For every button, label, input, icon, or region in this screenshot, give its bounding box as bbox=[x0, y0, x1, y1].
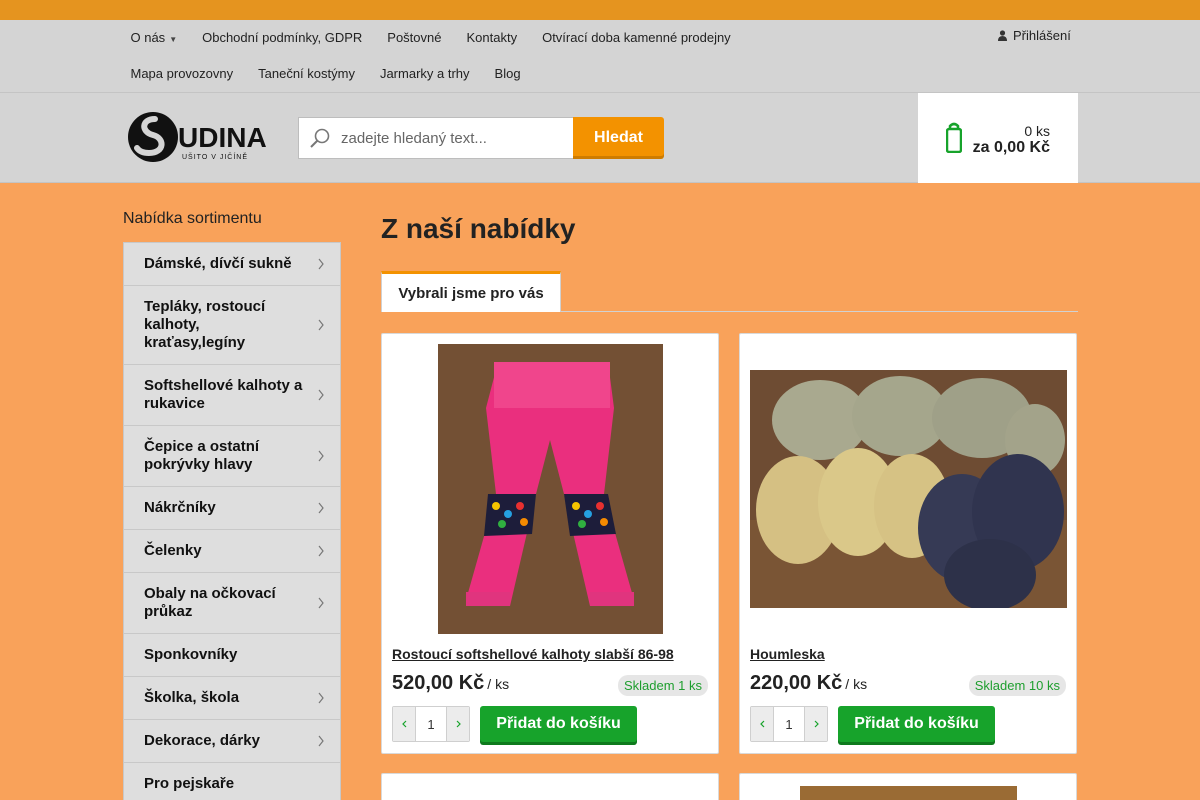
price-value: 520,00 Kč bbox=[392, 672, 485, 694]
stock-badge: Skladem 1 ks bbox=[617, 675, 708, 696]
chevron-right-icon bbox=[318, 597, 324, 609]
stock-badge: Skladem 10 ks bbox=[968, 675, 1066, 696]
add-to-cart-button[interactable]: Přidat do košíku bbox=[480, 706, 637, 742]
nav-row-2: Mapa provozovny Taneční kostýmy Jarmarky… bbox=[118, 65, 533, 83]
nav-item-oteviraci-doba[interactable]: Otvírací doba kamenné prodejny bbox=[530, 29, 744, 47]
decrease-quantity-button[interactable] bbox=[393, 707, 415, 741]
search-input[interactable] bbox=[341, 129, 561, 147]
cart-icon bbox=[946, 122, 962, 153]
increase-quantity-button[interactable] bbox=[805, 707, 827, 741]
category-label: Čelenky bbox=[144, 542, 202, 559]
caret-down-icon: ▼ bbox=[169, 35, 178, 44]
category-item[interactable]: Čelenky bbox=[124, 530, 340, 573]
category-label: Softshellové kalhoty a rukavice bbox=[144, 377, 303, 412]
category-item[interactable]: Softshellové kalhoty a rukavice bbox=[124, 365, 340, 426]
top-navigation: O nás ▼ Obchodní podmínky, GDPR Poštovné … bbox=[0, 20, 1200, 93]
category-label: Dekorace, dárky bbox=[144, 732, 260, 749]
product-price: 220,00 Kč / ks bbox=[750, 672, 867, 695]
quantity-input[interactable] bbox=[773, 707, 805, 741]
nav-row-1: O nás ▼ Obchodní podmínky, GDPR Poštovné … bbox=[118, 29, 743, 47]
decrease-quantity-button[interactable] bbox=[751, 707, 773, 741]
product-image[interactable] bbox=[800, 786, 1017, 800]
quantity-stepper bbox=[750, 706, 828, 742]
product-card bbox=[381, 773, 719, 800]
product-name-link[interactable]: Houmleska bbox=[750, 646, 825, 662]
quantity-stepper bbox=[392, 706, 470, 742]
page-title: Z naší nabídky bbox=[381, 213, 576, 244]
category-label: Pro pejskaře bbox=[144, 775, 235, 792]
category-label: Nákrčníky bbox=[144, 499, 216, 516]
logo-tagline: UŠITO V JIČÍNĚ bbox=[182, 152, 248, 161]
category-item[interactable]: Sponkovníky bbox=[124, 634, 340, 677]
search-box bbox=[298, 117, 574, 159]
category-label: Školka, škola bbox=[144, 689, 240, 706]
nav-item-mapa-provozovny[interactable]: Mapa provozovny bbox=[118, 65, 246, 83]
search-icon bbox=[310, 128, 330, 148]
product-card: Houmleska 220,00 Kč/ ks Skladem 10 ks Př… bbox=[739, 333, 1077, 754]
chevron-right-icon bbox=[318, 735, 324, 747]
tab-vybrali-jsme[interactable]: Vybrali jsme pro vás bbox=[381, 271, 561, 312]
chevron-right-icon bbox=[318, 319, 324, 331]
quantity-input[interactable] bbox=[415, 707, 447, 741]
nav-item-kontakty[interactable]: Kontakty bbox=[454, 29, 530, 47]
category-label: Dámské, dívčí sukně bbox=[144, 255, 292, 272]
category-item[interactable]: Pro pejskaře bbox=[124, 763, 340, 800]
chevron-right-icon bbox=[318, 502, 324, 514]
price-unit: / ks bbox=[845, 676, 868, 692]
category-item[interactable]: Školka, škola bbox=[124, 677, 340, 720]
chevron-right-icon bbox=[318, 450, 324, 462]
chevron-right-icon bbox=[814, 720, 819, 728]
category-item[interactable]: Nákrčníky bbox=[124, 487, 340, 530]
cart-total: za 0,00 Kč bbox=[972, 139, 1050, 156]
category-label: Sponkovníky bbox=[144, 646, 238, 663]
product-image[interactable] bbox=[750, 370, 1067, 608]
chevron-right-icon bbox=[318, 389, 324, 401]
nav-item-o-nas[interactable]: O nás ▼ bbox=[118, 29, 190, 47]
login-label: Přihlášení bbox=[1013, 28, 1071, 43]
chevron-left-icon bbox=[759, 720, 764, 728]
cart-quantity: 0 ks bbox=[1024, 123, 1050, 139]
user-icon bbox=[998, 30, 1007, 41]
category-item[interactable]: Čepice a ostatní pokrývky hlavy bbox=[124, 426, 340, 487]
add-to-cart-button[interactable]: Přidat do košíku bbox=[838, 706, 995, 742]
top-strip bbox=[0, 0, 1200, 20]
login-link[interactable]: Přihlášení bbox=[998, 28, 1071, 43]
nav-item-label: O nás bbox=[130, 30, 166, 45]
category-item[interactable]: Dekorace, dárky bbox=[124, 720, 340, 763]
sidebar-title: Nabídka sortimentu bbox=[123, 210, 262, 227]
chevron-left-icon bbox=[401, 720, 406, 728]
chevron-right-icon bbox=[456, 720, 461, 728]
search-button[interactable]: Hledat bbox=[573, 117, 664, 159]
price-unit: / ks bbox=[487, 676, 510, 692]
cart-widget[interactable]: 0 ks za 0,00 Kč bbox=[918, 93, 1078, 183]
chevron-right-icon bbox=[318, 545, 324, 557]
nav-item-obchodni-podminky[interactable]: Obchodní podmínky, GDPR bbox=[190, 29, 375, 47]
category-label: Tepláky, rostoucí kalhoty, kraťasy,legín… bbox=[144, 298, 266, 351]
category-item[interactable]: Tepláky, rostoucí kalhoty, kraťasy,legín… bbox=[124, 286, 340, 365]
logo-text: UDINA bbox=[178, 122, 267, 153]
product-name-link[interactable]: Rostoucí softshellové kalhoty slabší 86-… bbox=[392, 646, 674, 662]
nav-item-tanecni-kostymy[interactable]: Taneční kostýmy bbox=[246, 65, 368, 83]
logo[interactable]: UDINA UŠITO V JIČÍNĚ bbox=[127, 110, 275, 165]
product-image[interactable] bbox=[438, 344, 663, 634]
category-menu: Dámské, dívčí sukně Tepláky, rostoucí kal… bbox=[123, 242, 341, 800]
nav-item-blog[interactable]: Blog bbox=[482, 65, 533, 83]
category-item[interactable]: Dámské, dívčí sukně bbox=[124, 243, 340, 286]
chevron-right-icon bbox=[318, 258, 324, 270]
nav-item-postovne[interactable]: Poštovné bbox=[375, 29, 454, 47]
product-card bbox=[739, 773, 1077, 800]
nav-item-jarmarky[interactable]: Jarmarky a trhy bbox=[367, 65, 482, 83]
price-value: 220,00 Kč bbox=[750, 672, 843, 694]
increase-quantity-button[interactable] bbox=[447, 707, 469, 741]
header: UDINA UŠITO V JIČÍNĚ Hledat 0 ks za 0,00… bbox=[0, 93, 1200, 183]
chevron-right-icon bbox=[318, 692, 324, 704]
product-card: Rostoucí softshellové kalhoty slabší 86-… bbox=[381, 333, 719, 754]
product-price: 520,00 Kč / ks bbox=[392, 672, 509, 695]
category-label: Obaly na očkovací průkaz bbox=[144, 585, 276, 620]
category-item[interactable]: Obaly na očkovací průkaz bbox=[124, 573, 340, 634]
category-label: Čepice a ostatní pokrývky hlavy bbox=[144, 438, 260, 473]
